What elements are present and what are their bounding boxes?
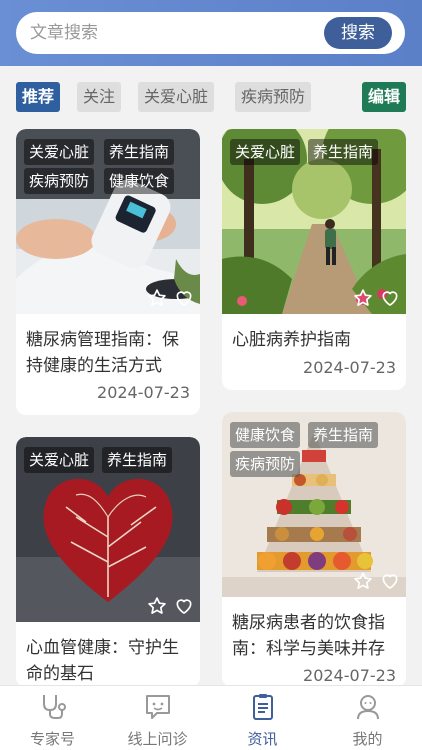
chat-bubble-icon — [146, 695, 170, 719]
header: 搜索 — [0, 0, 422, 66]
tab-disease-prevention[interactable]: 疾病预防 — [235, 82, 312, 112]
tag: 养生指南 — [102, 447, 173, 473]
heart-icon[interactable] — [380, 288, 400, 308]
tag: 养生指南 — [308, 139, 379, 165]
tag: 疾病预防 — [24, 168, 95, 194]
tag: 关爱心脏 — [230, 139, 301, 165]
nav-item-news[interactable]: 资讯 — [210, 686, 315, 750]
nav-label: 我的 — [352, 730, 383, 748]
tag: 健康饮食 — [230, 422, 301, 448]
heart-icon[interactable] — [174, 596, 194, 616]
article-title: 糖尿病管理指南：保持健康的生活方式 — [26, 330, 179, 376]
tag: 关爱心脏 — [24, 139, 95, 165]
article-title: 心血管健康：守护生命的基石 — [26, 638, 179, 684]
star-icon[interactable] — [353, 571, 373, 591]
article-date: 2024-07-23 — [303, 666, 396, 685]
bottom-nav: 专家号 线上问诊 资讯 我的 — [0, 685, 422, 750]
heart-icon[interactable] — [174, 288, 194, 308]
nav-label: 线上问诊 — [127, 730, 188, 748]
tag: 疾病预防 — [230, 451, 301, 477]
nav-item-online-consult[interactable]: 线上问诊 — [105, 686, 210, 750]
nav-item-experts[interactable]: 专家号 — [0, 686, 105, 750]
article-title: 糖尿病患者的饮食指南：科学与美味并存 — [232, 613, 385, 659]
article-card[interactable]: 关爱心脏 养生指南 心脏病养护指南 2024-07-23 — [222, 129, 406, 390]
search-box: 搜索 — [16, 12, 405, 54]
article-card[interactable]: 关爱心脏 养生指南 心血管健康：守护生命的基石 — [16, 437, 200, 687]
tag: 养生指南 — [308, 422, 379, 448]
nav-item-mine[interactable]: 我的 — [315, 686, 420, 750]
user-icon — [357, 695, 379, 720]
tag: 关爱心脏 — [24, 447, 95, 473]
tab-heart-care[interactable]: 关爱心脏 — [138, 82, 215, 112]
tab-recommend[interactable]: 推荐 — [16, 82, 61, 112]
article-card[interactable]: 关爱心脏 养生指南 疾病预防 健康饮食 糖尿病管理指南：保持健康的生活方式 20… — [16, 129, 200, 415]
category-tabs: 推荐 关注 关爱心脏 疾病预防 编辑 — [0, 82, 422, 114]
heart-icon[interactable] — [380, 571, 400, 591]
article-card[interactable]: 健康饮食 养生指南 疾病预防 糖尿病患者的饮食指南：科学与美味并存 2024-0… — [222, 412, 406, 687]
tag: 养生指南 — [104, 139, 175, 165]
search-input[interactable] — [30, 12, 330, 54]
article-date: 2024-07-23 — [97, 383, 190, 402]
star-icon[interactable] — [147, 596, 167, 616]
star-icon[interactable] — [147, 288, 167, 308]
tag: 健康饮食 — [104, 168, 175, 194]
tab-follow[interactable]: 关注 — [77, 82, 122, 112]
nav-label: 资讯 — [247, 730, 278, 748]
stethoscope-icon — [43, 695, 66, 719]
star-icon[interactable] — [353, 288, 373, 308]
news-clipboard-icon — [253, 694, 273, 720]
article-title: 心脏病养护指南 — [232, 330, 351, 350]
nav-label: 专家号 — [29, 730, 75, 748]
article-date: 2024-07-23 — [303, 358, 396, 377]
search-button[interactable]: 搜索 — [324, 17, 392, 49]
edit-button[interactable]: 编辑 — [361, 82, 406, 112]
